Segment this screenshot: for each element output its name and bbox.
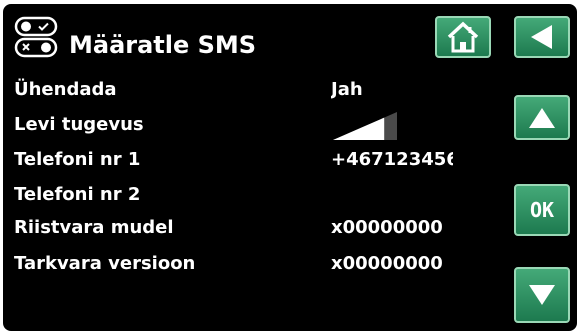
down-arrow-icon	[529, 285, 555, 305]
page-title: Määratle SMS	[69, 31, 257, 59]
row-value-hardware-model: x00000000	[331, 217, 443, 238]
back-arrow-icon	[531, 25, 552, 49]
sms-settings-screen: Määratle SMS Ühendada Jah Levi tugevus T…	[3, 4, 577, 331]
up-button[interactable]	[514, 95, 570, 140]
home-button[interactable]	[435, 16, 491, 58]
ok-button[interactable]: OK	[514, 184, 570, 236]
back-button[interactable]	[514, 16, 570, 58]
ok-button-label: OK	[529, 198, 555, 222]
row-value-software-version: x00000000	[331, 253, 443, 274]
row-label-software-version: Tarkvara versioon	[14, 253, 196, 274]
home-icon	[447, 21, 479, 53]
toggle-settings-icon	[14, 16, 58, 58]
row-label-hardware-model: Riistvara mudel	[14, 217, 174, 238]
row-label-signal-strength: Levi tugevus	[14, 114, 144, 135]
up-arrow-icon	[529, 107, 555, 128]
row-label-phone-2: Telefoni nr 2	[14, 184, 141, 205]
row-label-connect: Ühendada	[14, 79, 117, 100]
row-label-phone-1: Telefoni nr 1	[14, 149, 141, 170]
row-value-connect: Jah	[331, 79, 363, 100]
signal-strength-indicator	[333, 112, 397, 140]
row-value-phone-1[interactable]: +4671234567	[331, 149, 453, 171]
down-button[interactable]	[514, 267, 570, 323]
signal-fill	[333, 117, 385, 140]
